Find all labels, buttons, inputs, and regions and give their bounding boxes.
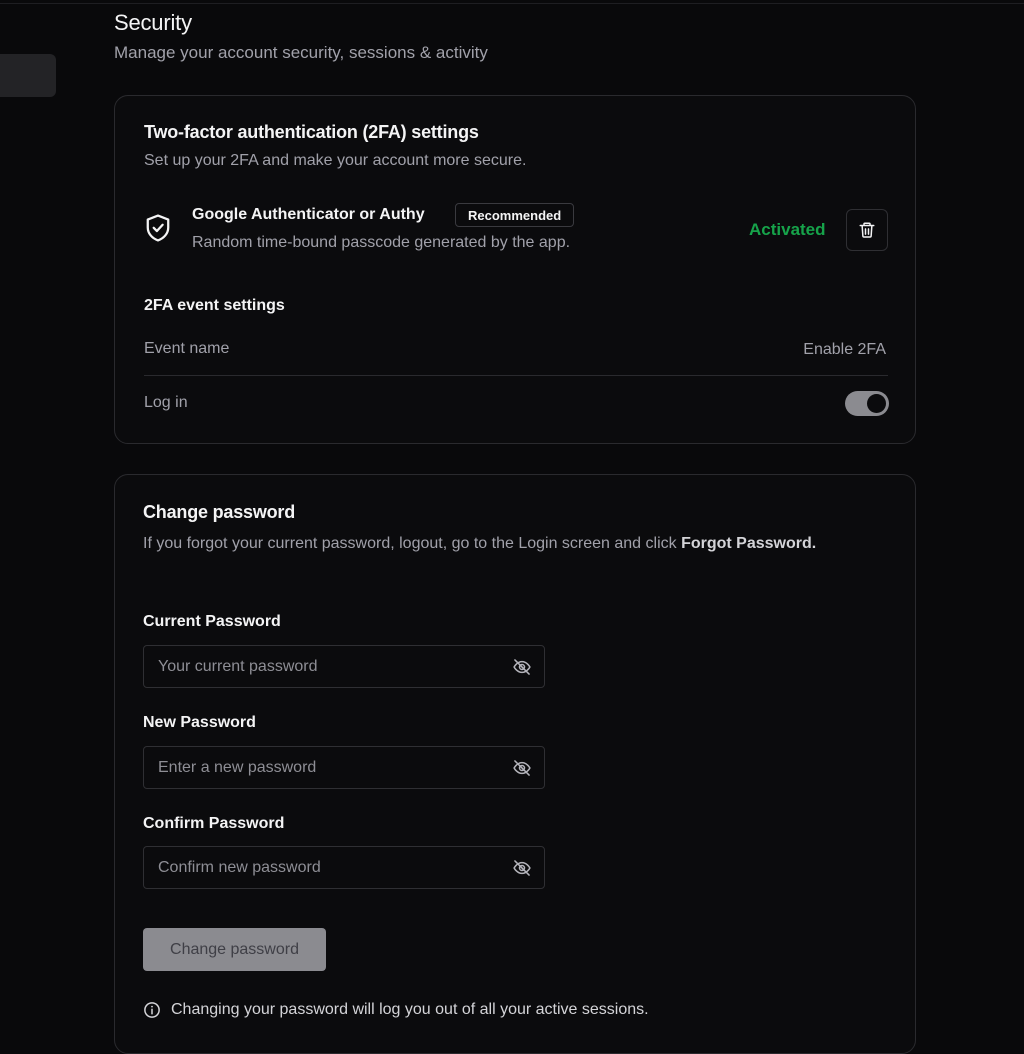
forgot-password-link[interactable]: Forgot Password. bbox=[681, 535, 816, 552]
twofa-method-description: Random time-bound passcode generated by … bbox=[192, 234, 571, 251]
delete-2fa-button[interactable] bbox=[846, 209, 888, 251]
eye-off-icon[interactable] bbox=[512, 858, 532, 878]
description-text: If you forgot your current password, log… bbox=[143, 535, 682, 552]
events-column-enable-2fa: Enable 2FA bbox=[803, 341, 886, 358]
confirm-password-input[interactable] bbox=[144, 847, 504, 888]
change-password-description: If you forgot your current password, log… bbox=[143, 532, 823, 555]
current-password-input[interactable] bbox=[144, 646, 504, 687]
confirm-password-label: Confirm Password bbox=[143, 815, 285, 832]
twofa-status: Activated bbox=[749, 220, 826, 239]
events-divider bbox=[144, 375, 888, 376]
new-password-label: New Password bbox=[143, 714, 256, 731]
trash-icon bbox=[859, 222, 875, 238]
info-text: Changing your password will log you out … bbox=[171, 1001, 649, 1018]
events-column-event-name: Event name bbox=[144, 340, 230, 357]
event-row: Log in bbox=[144, 394, 188, 412]
twofa-events-title: 2FA event settings bbox=[144, 297, 285, 314]
recommended-badge: Recommended bbox=[455, 203, 575, 227]
twofa-method-name: Google Authenticator or Authy bbox=[192, 206, 425, 223]
twofa-subtitle: Set up your 2FA and make your account mo… bbox=[144, 152, 527, 169]
twofa-title: Two-factor authentication (2FA) settings bbox=[144, 122, 479, 142]
toggle-knob bbox=[867, 394, 886, 413]
eye-off-icon[interactable] bbox=[512, 758, 532, 778]
twofa-card: Two-factor authentication (2FA) settings… bbox=[114, 95, 916, 444]
top-divider bbox=[0, 3, 1024, 4]
new-password-input[interactable] bbox=[144, 747, 504, 788]
login-2fa-toggle[interactable] bbox=[845, 391, 889, 416]
password-info-note: Changing your password will log you out … bbox=[143, 1001, 649, 1019]
current-password-field bbox=[143, 645, 545, 688]
shield-check-icon bbox=[146, 214, 170, 242]
page-title: Security bbox=[114, 10, 192, 35]
eye-off-icon[interactable] bbox=[512, 657, 532, 677]
change-password-title: Change password bbox=[143, 502, 296, 522]
change-password-card: Change password If you forgot your curre… bbox=[114, 474, 916, 1054]
change-password-button[interactable]: Change password bbox=[143, 928, 326, 971]
page-subtitle: Manage your account security, sessions &… bbox=[114, 43, 488, 62]
current-password-label: Current Password bbox=[143, 613, 281, 630]
info-icon bbox=[144, 1002, 160, 1018]
sidebar-item-active[interactable] bbox=[0, 54, 56, 97]
new-password-field bbox=[143, 746, 545, 789]
event-row-name: Log in bbox=[144, 394, 188, 411]
confirm-password-field bbox=[143, 846, 545, 889]
